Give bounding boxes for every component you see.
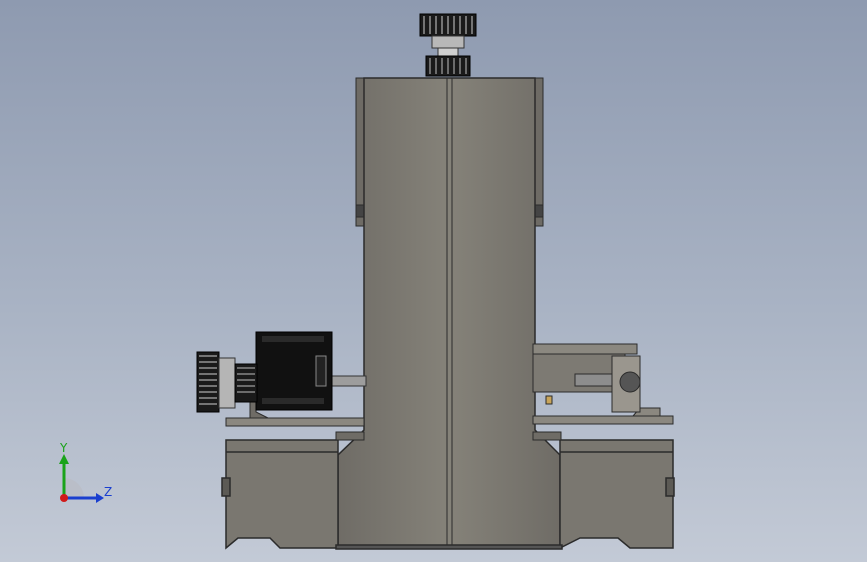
- y-axis-label: Y: [59, 441, 68, 455]
- triad-quadrant: [64, 478, 84, 498]
- top-pulley-assembly: [419, 13, 477, 77]
- y-axis-arrowhead: [59, 454, 69, 464]
- right-mount-assembly: [532, 343, 674, 441]
- axis-triad: Y Z: [59, 441, 112, 503]
- z-axis-label: Z: [104, 485, 112, 499]
- main-column: [337, 77, 561, 549]
- x-axis-origin: [60, 494, 68, 502]
- machine-model-front-view[interactable]: [0, 0, 867, 562]
- cad-viewport[interactable]: Y Z: [0, 0, 867, 562]
- horizontal-shaft: [329, 375, 367, 387]
- z-axis-arrowhead: [96, 493, 104, 503]
- side-pulley-assembly: [196, 351, 258, 413]
- stepper-motor: [255, 331, 333, 411]
